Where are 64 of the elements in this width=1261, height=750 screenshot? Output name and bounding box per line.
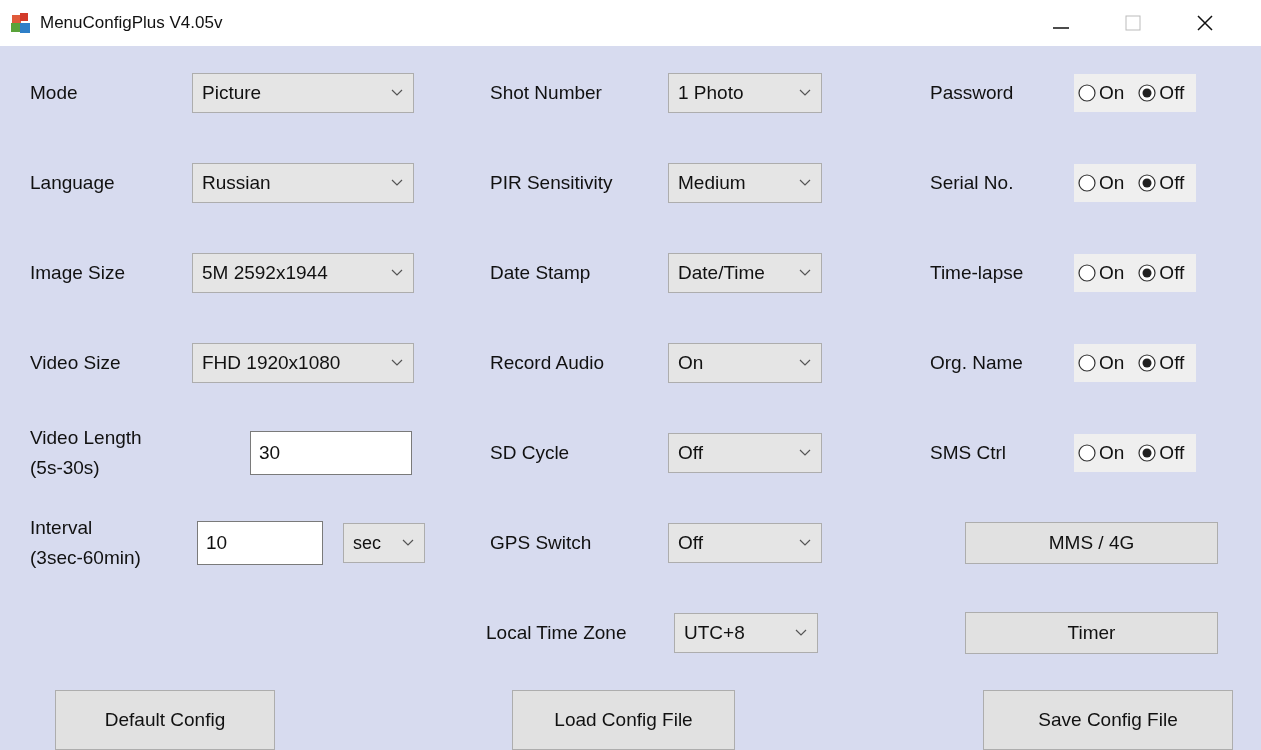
field-label: GPS Switch (490, 532, 593, 554)
field-label: Video Size (30, 352, 122, 374)
radio-option[interactable]: Off (1138, 352, 1185, 374)
range-hint: (3sec-60min) (30, 546, 142, 570)
action-button[interactable]: Default Config (55, 690, 275, 750)
dropdown[interactable]: 5M 2592x1944 (192, 253, 414, 293)
chevron-icon (799, 539, 811, 547)
field-label: Mode (30, 82, 79, 104)
field-label: Date Stamp (490, 262, 592, 284)
chevron-icon (391, 359, 403, 367)
radio-option[interactable]: On (1078, 442, 1125, 464)
close-icon[interactable] (1195, 13, 1215, 33)
chevron-icon (799, 89, 811, 97)
field-label: PIR Sensitivity (490, 172, 614, 194)
dropdown[interactable]: FHD 1920x1080 (192, 343, 414, 383)
dropdown[interactable]: On (668, 343, 822, 383)
action-button[interactable]: MMS / 4G (965, 522, 1218, 564)
dropdown[interactable]: Off (668, 433, 822, 473)
field-label: SD Cycle (490, 442, 571, 464)
field-label: SMS Ctrl (930, 442, 1007, 464)
radio-option[interactable]: On (1078, 172, 1125, 194)
window-title: MenuConfigPlus V4.05v (40, 13, 223, 33)
dropdown[interactable]: 1 Photo (668, 73, 822, 113)
chevron-icon (402, 539, 414, 547)
app-icon (10, 12, 32, 34)
chevron-icon (391, 89, 403, 97)
dropdown[interactable]: Russian (192, 163, 414, 203)
field-label: Language (30, 172, 116, 194)
field-label: Password (930, 82, 1015, 104)
field-label: Interval (30, 516, 94, 540)
field-label: Image Size (30, 262, 127, 284)
action-button[interactable]: Timer (965, 612, 1218, 654)
radio-option[interactable]: On (1078, 352, 1125, 374)
radio-option[interactable]: On (1078, 82, 1125, 104)
field-label: Serial No. (930, 172, 1015, 194)
dropdown[interactable]: sec (343, 523, 425, 563)
input-field[interactable]: 10 (197, 521, 323, 565)
action-button[interactable]: Load Config File (512, 690, 735, 750)
dropdown[interactable]: Picture (192, 73, 414, 113)
chevron-icon (799, 269, 811, 277)
radio-option[interactable]: Off (1138, 172, 1185, 194)
chevron-icon (391, 269, 403, 277)
input-field[interactable]: 30 (250, 431, 412, 475)
field-label: Record Audio (490, 352, 606, 374)
chevron-icon (799, 179, 811, 187)
chevron-icon (799, 359, 811, 367)
dropdown[interactable]: UTC+8 (674, 613, 818, 653)
field-label: Shot Number (490, 82, 603, 104)
chevron-icon (391, 179, 403, 187)
field-label: Video Length (30, 426, 143, 450)
action-button[interactable]: Save Config File (983, 690, 1233, 750)
radio-option[interactable]: Off (1138, 442, 1185, 464)
dropdown[interactable]: Off (668, 523, 822, 563)
radio-option[interactable]: Off (1138, 82, 1185, 104)
radio-option[interactable]: Off (1138, 262, 1185, 284)
field-label: Org. Name (930, 352, 1024, 374)
chevron-icon (795, 629, 807, 637)
field-label: Local Time Zone (486, 622, 628, 644)
range-hint: (5s-30s) (30, 456, 101, 480)
chevron-icon (799, 449, 811, 457)
radio-option[interactable]: On (1078, 262, 1125, 284)
dropdown[interactable]: Medium (668, 163, 822, 203)
dropdown[interactable]: Date/Time (668, 253, 822, 293)
field-label: Time-lapse (930, 262, 1025, 284)
